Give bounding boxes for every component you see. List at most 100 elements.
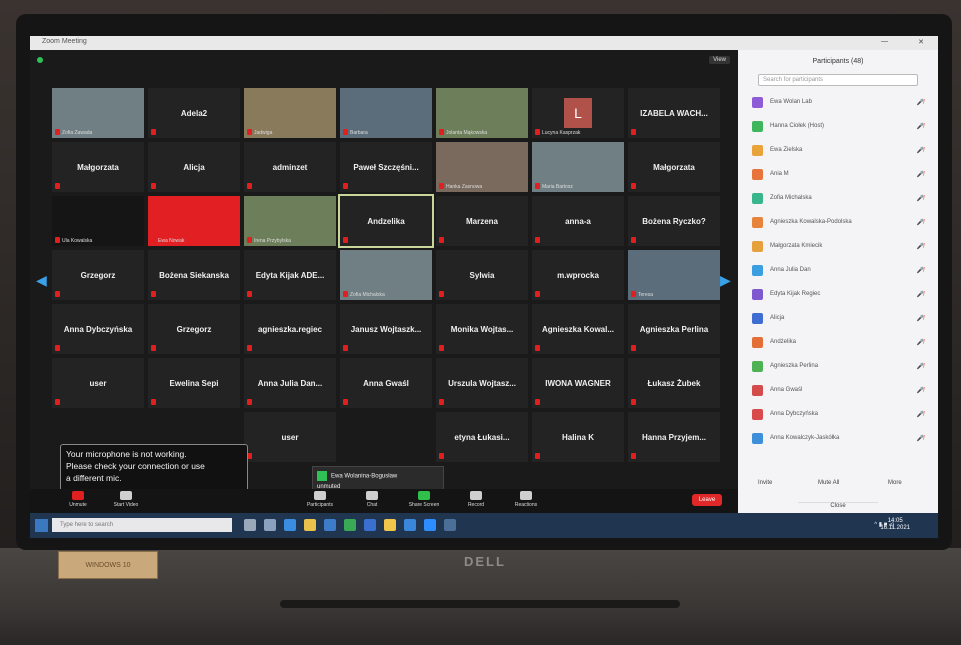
participant-tile[interactable]: Ula Kowalska bbox=[52, 196, 144, 246]
share-screen-button[interactable]: Share Screen bbox=[404, 491, 444, 508]
microphone-muted-icon bbox=[72, 491, 84, 500]
participant-tile[interactable]: Halina K bbox=[532, 412, 624, 462]
participant-tile[interactable]: Anna Dybczyńska bbox=[52, 304, 144, 354]
participant-tile[interactable]: Adela2 bbox=[148, 88, 240, 138]
participant-tile[interactable]: Jadwiga bbox=[244, 88, 336, 138]
participant-list-item[interactable]: Anna Dybczyńska 🎤̸ bbox=[752, 408, 928, 422]
edge-browser-icon[interactable] bbox=[284, 519, 296, 531]
participant-tile[interactable]: Hanna Przyjem... bbox=[628, 412, 720, 462]
taskbar-search-input[interactable]: Type here to search bbox=[52, 518, 232, 532]
participant-search-input[interactable]: Search for participants bbox=[758, 74, 918, 86]
settings-icon[interactable] bbox=[444, 519, 456, 531]
participant-name-tag: Teresa bbox=[638, 292, 654, 298]
participant-list-item[interactable]: Anna Julia Dan 🎤̸ bbox=[752, 264, 928, 278]
participant-tile[interactable]: IWONA WAGNER bbox=[532, 358, 624, 408]
participant-list-item[interactable]: Andżelika 🎤̸ bbox=[752, 336, 928, 350]
participant-name: Anna Julia Dan... bbox=[257, 378, 323, 388]
participant-tile[interactable]: Marzena bbox=[436, 196, 528, 246]
close-button[interactable]: ✕ bbox=[918, 38, 924, 46]
participant-list-item[interactable]: Agnieszka Perlina 🎤̸ bbox=[752, 360, 928, 374]
mail-icon[interactable] bbox=[324, 519, 336, 531]
participants-button[interactable]: Participants bbox=[300, 491, 340, 508]
panel-close-button[interactable]: Close bbox=[798, 502, 878, 512]
participant-tile[interactable]: Bożena Siekanska bbox=[148, 250, 240, 300]
participant-tile[interactable]: anna-a bbox=[532, 196, 624, 246]
participant-tile[interactable]: Edyta Kijak ADE... bbox=[244, 250, 336, 300]
participant-list-name: Ewa Wolan Lab bbox=[770, 99, 812, 105]
participant-list-item[interactable]: Małgorzata Kmiecik 🎤̸ bbox=[752, 240, 928, 254]
participant-tile[interactable]: L Lucyna Kasprzak bbox=[532, 88, 624, 138]
participant-list-item[interactable]: Alicja 🎤̸ bbox=[752, 312, 928, 326]
participant-tile[interactable]: Andzelika bbox=[338, 194, 434, 248]
invite-button[interactable]: Invite bbox=[758, 480, 772, 486]
participant-list-item[interactable]: Anna Kowalczyk-Jaskółka 🎤̸ bbox=[752, 432, 928, 446]
participant-tile[interactable]: Zofia Zawada bbox=[52, 88, 144, 138]
participant-tile[interactable]: agnieszka.regiec bbox=[244, 304, 336, 354]
task-view-icon[interactable] bbox=[244, 519, 256, 531]
participant-tile[interactable]: user bbox=[52, 358, 144, 408]
participant-name: Bożena Ryczko? bbox=[642, 216, 706, 226]
chat-button[interactable]: Chat bbox=[352, 491, 392, 508]
participant-tile[interactable]: Hanka Zasnowa bbox=[436, 142, 528, 192]
participant-tile[interactable]: Paweł Szczęśni... bbox=[340, 142, 432, 192]
encryption-shield-icon[interactable] bbox=[37, 57, 43, 63]
participant-list-item[interactable]: Ewa Zielska 🎤̸ bbox=[752, 144, 928, 158]
file-explorer-icon[interactable] bbox=[264, 519, 276, 531]
participant-tile[interactable]: m.wprocka bbox=[532, 250, 624, 300]
store-icon[interactable] bbox=[344, 519, 356, 531]
participant-list-item[interactable]: Agnieszka Kowalska-Podolska 🎤̸ bbox=[752, 216, 928, 230]
leave-button[interactable]: Leave bbox=[692, 494, 722, 506]
mute-all-button[interactable]: Mute All bbox=[818, 480, 839, 486]
participant-tile[interactable]: Alicja bbox=[148, 142, 240, 192]
participant-tile[interactable]: Bożena Ryczko? bbox=[628, 196, 720, 246]
muted-mic-icon bbox=[55, 129, 60, 135]
participant-list-item[interactable]: Edyta Kijak Regiec 🎤̸ bbox=[752, 288, 928, 302]
participant-list-item[interactable]: Anna Gwaśl 🎤̸ bbox=[752, 384, 928, 398]
participant-tile[interactable]: Ewa Nowak bbox=[148, 196, 240, 246]
participant-tile[interactable]: Łukasz Żubek bbox=[628, 358, 720, 408]
photos-icon[interactable] bbox=[404, 519, 416, 531]
participant-tile[interactable]: Barbara bbox=[340, 88, 432, 138]
participant-tile[interactable]: Anna Gwaśl bbox=[340, 358, 432, 408]
participant-tile[interactable]: Małgorzata bbox=[628, 142, 720, 192]
participant-tile[interactable]: Zofia Michalska bbox=[340, 250, 432, 300]
participant-tile[interactable]: Jolanta Mąkowska bbox=[436, 88, 528, 138]
participant-tile[interactable]: user bbox=[244, 412, 336, 462]
participant-tile[interactable]: Maria Bartosz bbox=[532, 142, 624, 192]
unmute-button[interactable]: Unmute bbox=[58, 491, 98, 508]
participant-tile[interactable]: IZABELA WACH... bbox=[628, 88, 720, 138]
sticky-notes-icon[interactable] bbox=[384, 519, 396, 531]
participant-tile[interactable]: Ewelina Sepi bbox=[148, 358, 240, 408]
participant-tile[interactable]: Grzegorz bbox=[52, 250, 144, 300]
prev-page-icon[interactable]: ◀ bbox=[36, 272, 47, 289]
next-page-icon[interactable]: ▶ bbox=[720, 272, 731, 289]
folder-icon[interactable] bbox=[304, 519, 316, 531]
record-button[interactable]: Record bbox=[456, 491, 496, 508]
participant-tile[interactable]: Grzegorz bbox=[148, 304, 240, 354]
reactions-button[interactable]: Reactions bbox=[506, 491, 546, 508]
windows-start-icon[interactable] bbox=[35, 519, 48, 532]
participant-tile[interactable]: Anna Julia Dan... bbox=[244, 358, 336, 408]
participant-list-item[interactable]: Ania M 🎤̸ bbox=[752, 168, 928, 182]
minimize-button[interactable]: — bbox=[881, 38, 888, 45]
start-video-button[interactable]: Start Video bbox=[106, 491, 146, 508]
participant-tile[interactable]: Teresa bbox=[628, 250, 720, 300]
participant-tile[interactable]: etyna Łukasi... bbox=[436, 412, 528, 462]
participant-tile[interactable]: Irena Przybylska bbox=[244, 196, 336, 246]
participant-tile[interactable]: Janusz Wojtaszk... bbox=[340, 304, 432, 354]
zoom-app-icon[interactable] bbox=[424, 519, 436, 531]
view-button[interactable]: View bbox=[709, 56, 730, 64]
more-button[interactable]: More bbox=[888, 480, 902, 486]
participant-tile[interactable]: Małgorzata bbox=[52, 142, 144, 192]
participant-tile[interactable]: Agnieszka Kowal... bbox=[532, 304, 624, 354]
participant-list-item[interactable]: Zofia Michalska 🎤̸ bbox=[752, 192, 928, 206]
participant-tile[interactable]: Agnieszka Perlina bbox=[628, 304, 720, 354]
participant-tile[interactable]: Sylwia bbox=[436, 250, 528, 300]
word-icon[interactable] bbox=[364, 519, 376, 531]
taskbar-clock[interactable]: 14:05 16.11.2021 bbox=[880, 518, 910, 532]
participant-list-item[interactable]: Ewa Wolan Lab 🎤̸ bbox=[752, 96, 928, 110]
participant-tile[interactable]: Urszula Wojtasz... bbox=[436, 358, 528, 408]
participant-tile[interactable]: adminzet bbox=[244, 142, 336, 192]
participant-tile[interactable]: Monika Wojtas... bbox=[436, 304, 528, 354]
participant-list-item[interactable]: Hanna Ciołek (Host) 🎤̸ bbox=[752, 120, 928, 134]
